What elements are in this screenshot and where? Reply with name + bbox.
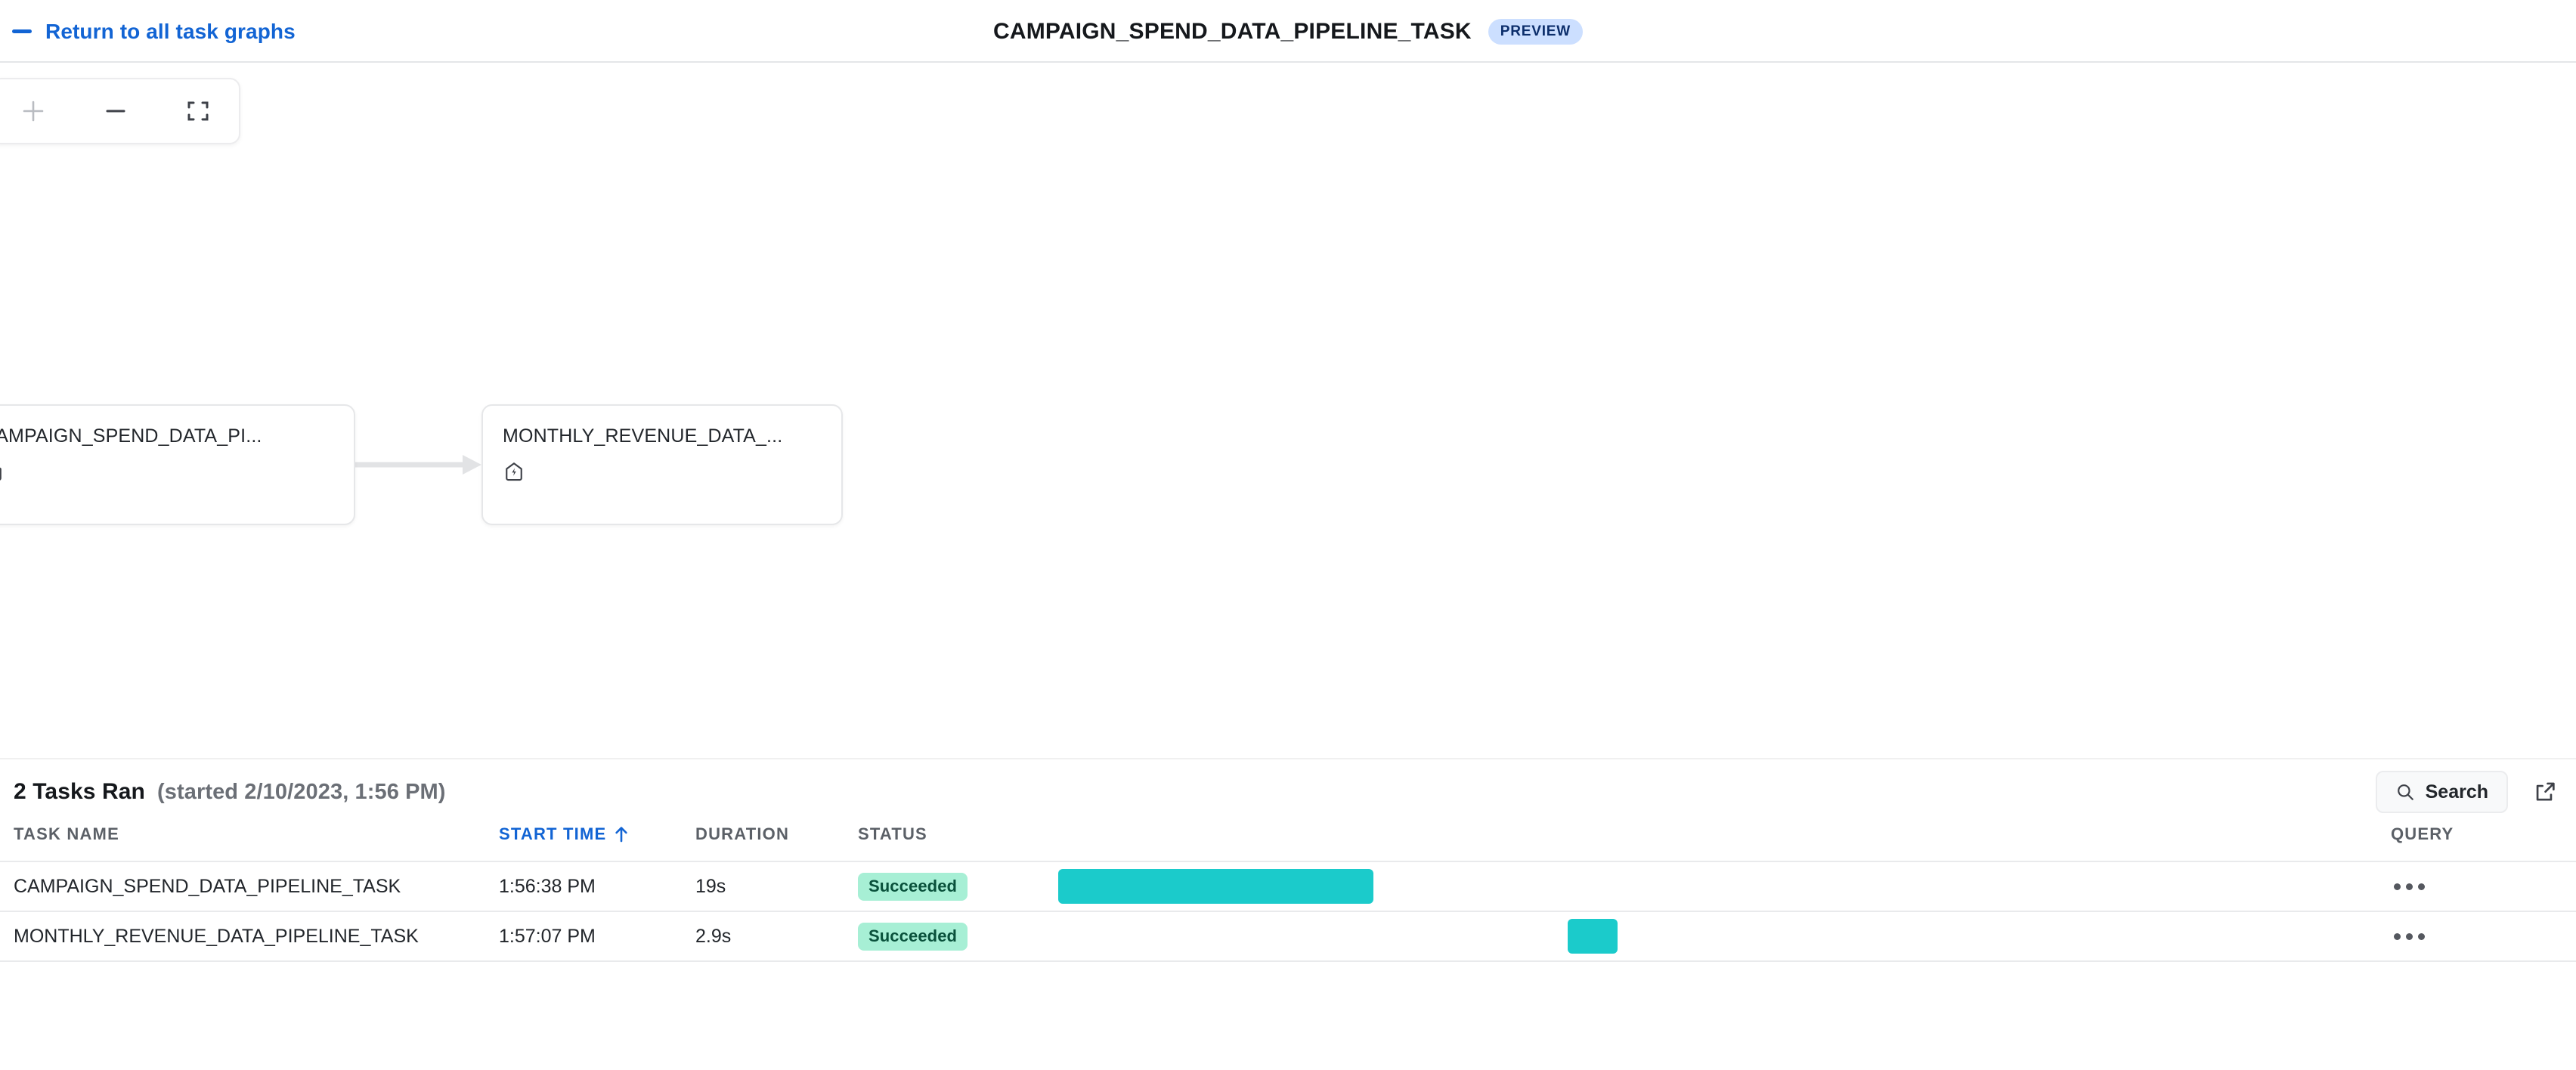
- preview-badge: PREVIEW: [1488, 18, 1584, 45]
- cell-timeline: [1058, 861, 2377, 912]
- minus-icon: [106, 110, 125, 113]
- task-runs-heading: 2 Tasks Ran (started 2/10/2023, 1:56 PM): [14, 779, 446, 805]
- column-header-label: STATUS: [858, 824, 927, 843]
- kebab-menu-icon: [2406, 932, 2413, 940]
- page-title: CAMPAIGN_SPEND_DATA_PIPELINE_TASK: [992, 18, 1472, 44]
- cell-status: Succeeded: [858, 861, 1058, 912]
- graph-edge-layer: [355, 455, 481, 475]
- cell-duration: 19s: [695, 861, 858, 912]
- gantt-bar[interactable]: [1058, 869, 1374, 904]
- graph-node-label: CAMPAIGN_SPEND_DATA_PI...: [0, 425, 262, 447]
- search-button-label: Search: [2425, 781, 2488, 802]
- top-header-bar: Return to all task graphs CAMPAIGN_SPEND…: [0, 0, 2576, 63]
- column-header-duration[interactable]: DURATION: [695, 824, 858, 862]
- gantt-bar[interactable]: [1567, 919, 1618, 954]
- row-query-menu-button[interactable]: [2391, 927, 2428, 946]
- page-title-group: CAMPAIGN_SPEND_DATA_PIPELINE_TASK PREVIE…: [0, 0, 2576, 63]
- cell-start-time: 1:57:07 PM: [499, 911, 695, 962]
- table-row[interactable]: MONTHLY_REVENUE_DATA_PIPELINE_TASK 1:57:…: [0, 911, 2576, 962]
- zoom-out-button[interactable]: [75, 79, 157, 143]
- row-query-menu-button[interactable]: [2391, 877, 2428, 896]
- task-runs-actions: Search: [2375, 759, 2562, 824]
- column-header-label: QUERY: [2391, 824, 2454, 843]
- status-badge: Succeeded: [858, 922, 968, 951]
- fullscreen-brackets-icon: [187, 101, 209, 121]
- external-link-icon: [2536, 782, 2555, 801]
- kebab-menu-icon: [2394, 932, 2401, 940]
- graph-node-label: MONTHLY_REVENUE_DATA_...: [503, 425, 783, 447]
- task-run-count: 2 Tasks Ran: [14, 779, 145, 804]
- kebab-menu-icon: [2394, 883, 2401, 890]
- table-header-row: TASK NAME START TIME DURATION STATUS QUE…: [0, 824, 2576, 862]
- cell-task-name: CAMPAIGN_SPEND_DATA_PIPELINE_TASK: [0, 861, 499, 912]
- task-lightning-icon: [0, 467, 2, 481]
- search-button[interactable]: Search: [2375, 771, 2508, 813]
- cell-duration: 2.9s: [695, 911, 858, 962]
- open-in-new-tab-button[interactable]: [2528, 775, 2562, 809]
- cell-query: [2377, 861, 2576, 912]
- column-header-task-name[interactable]: TASK NAME: [0, 824, 499, 862]
- column-header-start-time[interactable]: START TIME: [499, 824, 695, 862]
- column-header-timeline: [1058, 824, 2377, 862]
- column-header-query[interactable]: QUERY: [2377, 824, 2576, 862]
- status-badge: Succeeded: [858, 872, 968, 901]
- kebab-menu-icon: [2406, 883, 2413, 890]
- task-runs-panel: 2 Tasks Ran (started 2/10/2023, 1:56 PM)…: [0, 758, 2576, 962]
- task-runs-header: 2 Tasks Ran (started 2/10/2023, 1:56 PM)…: [0, 759, 2576, 824]
- column-header-label: START TIME: [499, 824, 607, 843]
- column-header-label: TASK NAME: [14, 824, 119, 843]
- cell-timeline: [1058, 911, 2377, 962]
- table-row[interactable]: CAMPAIGN_SPEND_DATA_PIPELINE_TASK 1:56:3…: [0, 861, 2576, 912]
- kebab-menu-icon: [2418, 883, 2425, 890]
- plus-icon: [23, 101, 44, 122]
- graph-zoom-toolbar: [0, 78, 240, 144]
- cell-task-name: MONTHLY_REVENUE_DATA_PIPELINE_TASK: [0, 911, 499, 962]
- task-run-started-time: (started 2/10/2023, 1:56 PM): [156, 780, 446, 804]
- search-icon: [2397, 784, 2413, 800]
- task-graph-canvas[interactable]: CAMPAIGN_SPEND_DATA_PI... MONTHLY_REVENU…: [0, 63, 2576, 758]
- cell-status: Succeeded: [858, 911, 1058, 962]
- graph-node-campaign-spend[interactable]: CAMPAIGN_SPEND_DATA_PI...: [0, 404, 355, 525]
- task-runs-table: TASK NAME START TIME DURATION STATUS QUE…: [0, 824, 2576, 962]
- cell-start-time: 1:56:38 PM: [499, 861, 695, 912]
- zoom-in-button[interactable]: [0, 79, 75, 143]
- gantt-track: [1058, 919, 2377, 954]
- table-body: CAMPAIGN_SPEND_DATA_PIPELINE_TASK 1:56:3…: [0, 861, 2576, 962]
- gantt-track: [1058, 869, 2377, 904]
- graph-node-monthly-revenue[interactable]: MONTHLY_REVENUE_DATA_...: [481, 404, 843, 525]
- table-header: TASK NAME START TIME DURATION STATUS QUE…: [0, 824, 2576, 862]
- task-lightning-icon: [506, 462, 522, 481]
- edge-arrowhead: [463, 455, 481, 475]
- column-header-label: DURATION: [695, 824, 790, 843]
- sort-ascending-arrow-icon: [615, 827, 628, 843]
- column-header-status[interactable]: STATUS: [858, 824, 1058, 862]
- fit-to-screen-button[interactable]: [156, 79, 239, 143]
- kebab-menu-icon: [2418, 932, 2425, 940]
- cell-query: [2377, 911, 2576, 962]
